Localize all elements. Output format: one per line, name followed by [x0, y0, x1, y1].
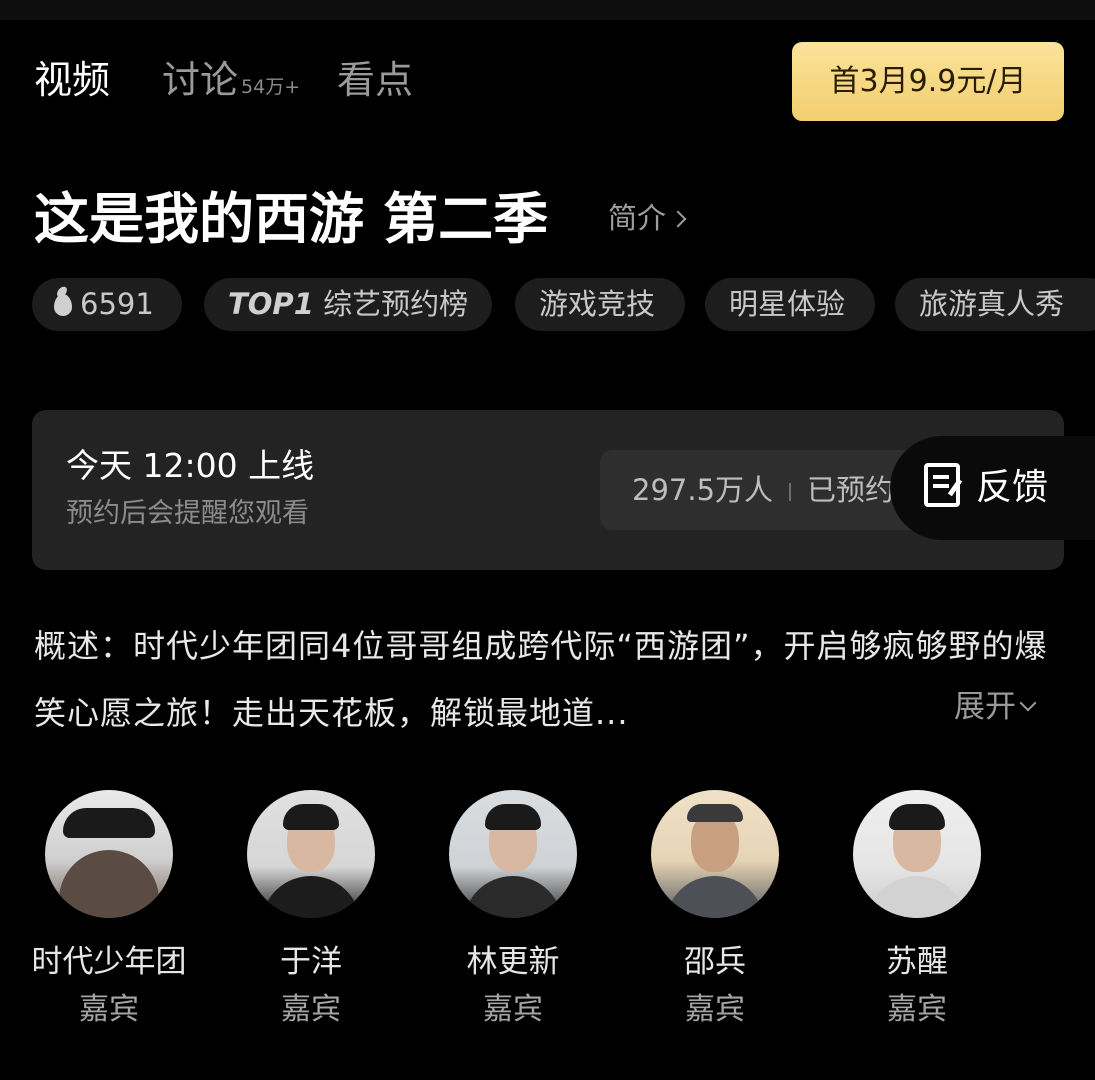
avatar-body	[463, 876, 563, 918]
rank-tag[interactable]: TOP1 综艺预约榜	[204, 278, 492, 331]
discuss-count: 54万+	[241, 76, 301, 98]
launch-time: 今天 12:00 上线	[66, 446, 315, 485]
vip-offer-button[interactable]: 首3月9.9元/月	[792, 42, 1064, 121]
avatar	[247, 790, 375, 918]
cast-name: 于洋	[280, 944, 342, 980]
cast-member[interactable]: 林更新 嘉宾	[412, 790, 614, 1032]
genre-tag-celebrity[interactable]: 明星体验	[705, 278, 875, 331]
cast-role: 嘉宾	[887, 992, 947, 1027]
cast-role: 嘉宾	[483, 992, 543, 1027]
cast-member[interactable]: 苏醒 嘉宾	[816, 790, 1018, 1032]
expand-label: 展开	[954, 689, 1016, 725]
avatar-hair	[889, 804, 945, 830]
cast-role: 嘉宾	[79, 992, 139, 1027]
genre-tag-travel[interactable]: 旅游真人秀	[895, 278, 1095, 331]
avatar	[853, 790, 981, 918]
flame-icon	[54, 294, 72, 316]
reminder-text: 预约后会提醒您观看	[66, 498, 309, 529]
genre-tag-game[interactable]: 游戏竞技	[515, 278, 685, 331]
intro-link-label: 简介	[608, 201, 667, 235]
avatar	[449, 790, 577, 918]
cast-member[interactable]: 于洋 嘉宾	[210, 790, 412, 1032]
cast-name: 林更新	[466, 944, 560, 980]
avatar-body	[665, 876, 765, 918]
reserved-status: 已预约	[807, 473, 895, 507]
avatar-body	[59, 850, 159, 918]
feedback-label: 反馈	[976, 467, 1049, 508]
expand-synopsis-button[interactable]: 展开	[954, 680, 1037, 734]
avatar	[45, 790, 173, 918]
tab-video[interactable]: 视频	[34, 56, 110, 104]
show-title: 这是我的西游 第二季	[34, 187, 549, 251]
rank-top: TOP1	[228, 287, 314, 321]
reserved-count: 297.5万人	[632, 473, 774, 507]
tab-discuss-label: 讨论	[162, 58, 239, 102]
avatar-hair	[687, 804, 743, 822]
status-bar	[0, 0, 1095, 20]
chevron-down-icon	[1019, 694, 1037, 712]
cast-role: 嘉宾	[281, 992, 341, 1027]
chevron-right-icon	[669, 210, 687, 228]
avatar	[651, 790, 779, 918]
avatar-body	[261, 876, 361, 918]
cast-role: 嘉宾	[685, 992, 745, 1027]
cast-name: 邵兵	[684, 944, 746, 980]
intro-link[interactable]: 简介	[608, 198, 687, 238]
heat-count: 6591	[80, 287, 154, 321]
avatar-body	[867, 876, 967, 918]
cast-member[interactable]: 邵兵 嘉宾	[614, 790, 816, 1032]
avatar-hair	[63, 808, 155, 838]
divider	[789, 483, 792, 501]
cast-name: 时代少年团	[31, 944, 187, 980]
cast-name: 苏醒	[886, 944, 948, 980]
rank-label: 综艺预约榜	[323, 287, 469, 321]
avatar-hair	[283, 804, 339, 830]
feedback-icon	[924, 463, 960, 507]
show-detail-page: 视频 讨论 54万+ 看点 首3月9.9元/月 这是我的西游 第二季 简介 659…	[0, 0, 1095, 1080]
cast-member[interactable]: 时代少年团 嘉宾	[8, 790, 210, 1032]
avatar-hair	[485, 804, 541, 830]
synopsis-text: 概述：时代少年团同4位哥哥组成跨代际“西游团”，开启够疯够野的爆笑心愿之旅！走出…	[34, 627, 1048, 732]
feedback-button[interactable]: 反馈	[890, 436, 1095, 540]
tab-highlights[interactable]: 看点	[337, 56, 413, 104]
tab-discuss[interactable]: 讨论 54万+	[162, 56, 300, 111]
heat-tag[interactable]: 6591	[32, 278, 182, 331]
